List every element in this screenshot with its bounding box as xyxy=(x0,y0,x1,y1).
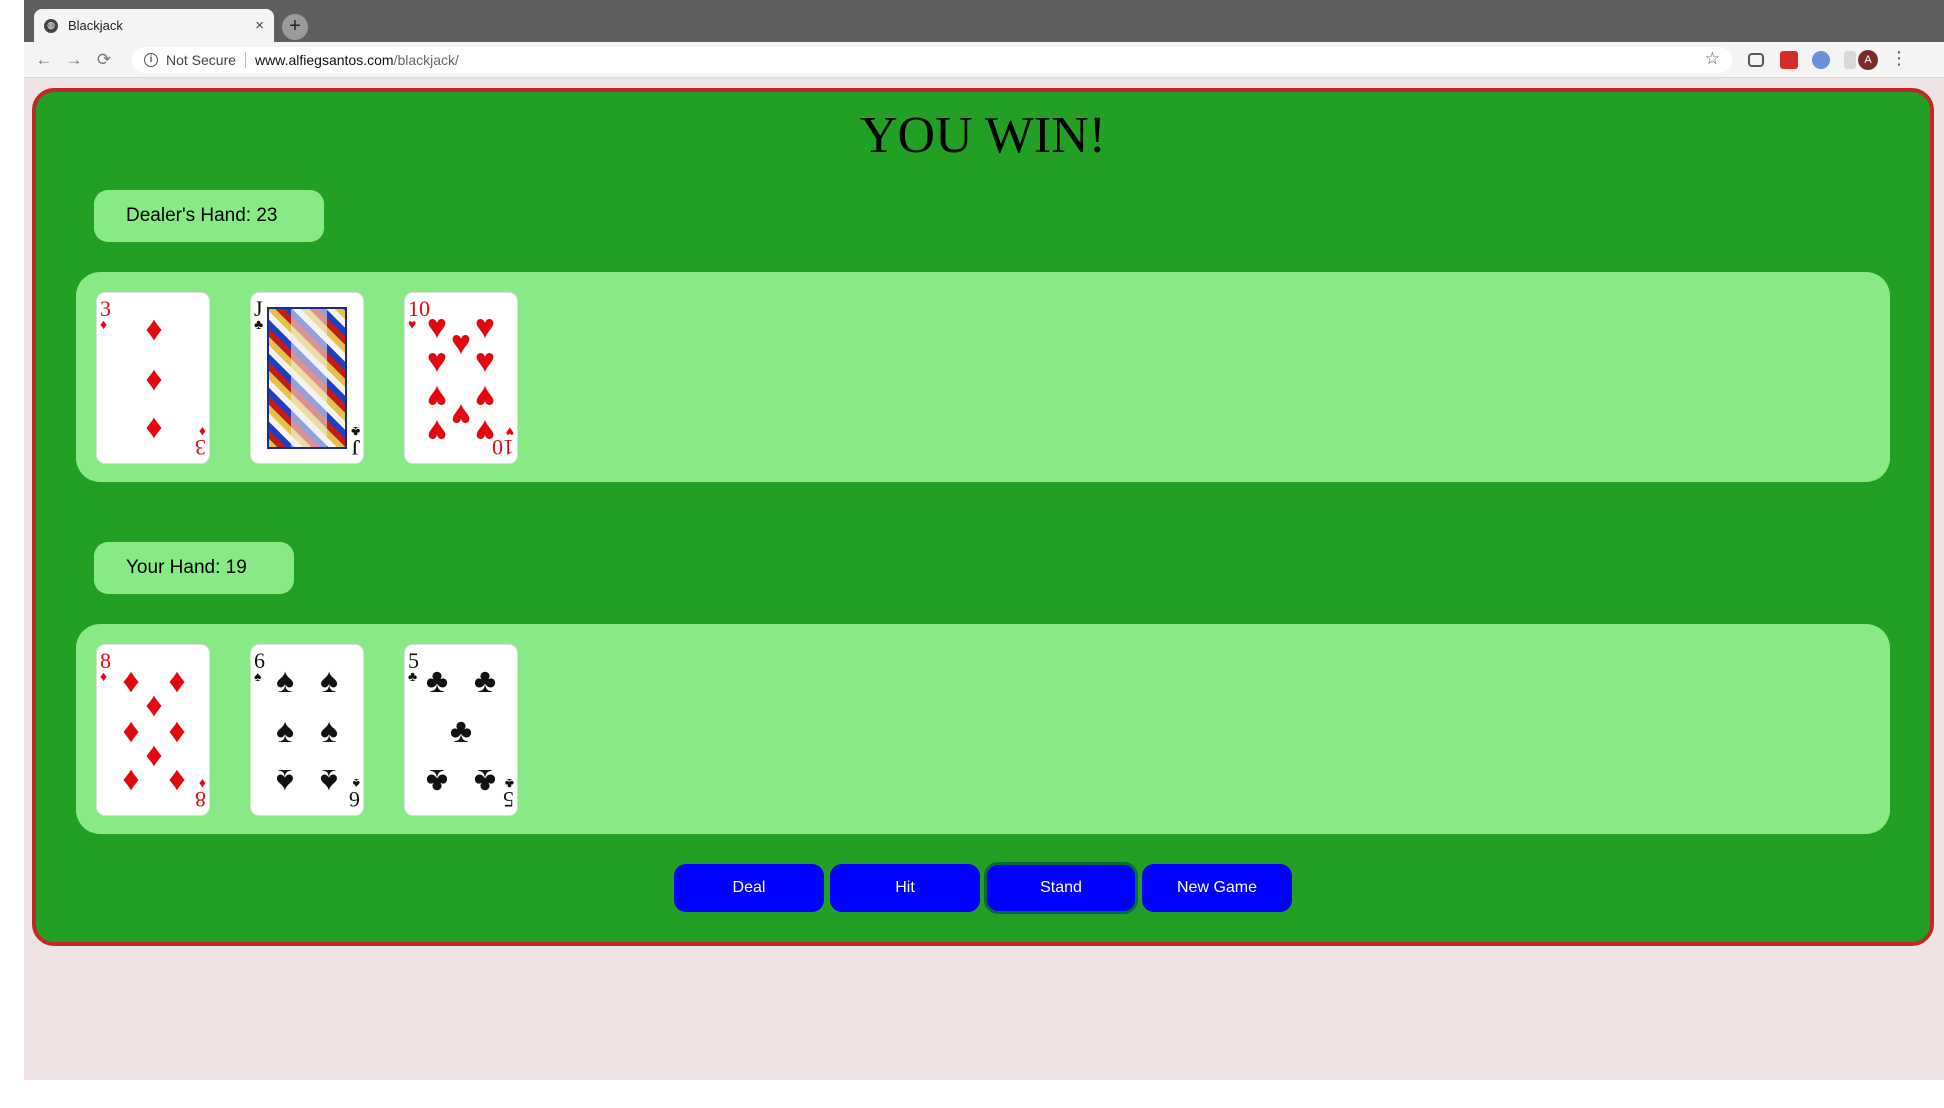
club-pip-icon: ♣ xyxy=(425,762,449,800)
diamond-pip-icon: ♦ xyxy=(168,762,186,800)
player-hand-area: 8 ♦ ♦ ♦ ♦ ♦ ♦ ♦ ♦ ♦ 8 ♦ 6 ♠ ♠ ♠ ♠ ♠ ♠ ♠ 6 ♠ xyxy=(76,624,1890,834)
diamond-pip-icon: ♦ xyxy=(145,686,163,724)
player-card-1: 8 ♦ ♦ ♦ ♦ ♦ ♦ ♦ ♦ ♦ 8 ♦ xyxy=(96,644,210,816)
spade-pip-icon: ♠ xyxy=(275,712,295,750)
heart-pip-icon: ♥ xyxy=(426,378,448,416)
card-index-top: 3 ♦ xyxy=(100,296,111,333)
info-icon[interactable]: i xyxy=(144,53,158,67)
spade-pip-icon: ♠ xyxy=(319,662,339,700)
cors-extension-icon[interactable] xyxy=(1780,51,1798,69)
stand-button[interactable]: Stand xyxy=(984,862,1138,914)
spade-pip-icon: ♠ xyxy=(319,712,339,750)
profile-avatar[interactable]: A xyxy=(1858,50,1878,70)
spade-pip-icon: ♠ xyxy=(319,762,339,800)
globe-icon: ◍ xyxy=(44,18,58,33)
player-hand-label: Your Hand: 19 xyxy=(94,542,294,594)
new-tab-button[interactable]: + xyxy=(282,14,308,40)
diamond-pip-icon: ♦ xyxy=(122,712,140,750)
card-index-bottom: 5 ♣ xyxy=(503,775,514,812)
back-icon[interactable]: ← xyxy=(32,48,56,72)
result-heading: YOU WIN! xyxy=(860,107,1106,164)
browser-window: ◍ Blackjack × + ← → ⟳ i Not Secure www.a… xyxy=(24,0,1944,1080)
card-index-top: J ♣ xyxy=(254,296,264,333)
forward-icon[interactable]: → xyxy=(62,48,86,72)
tab-title: Blackjack xyxy=(68,18,123,33)
reload-icon[interactable]: ⟳ xyxy=(92,48,116,72)
card-index-bottom: 10 ♥ xyxy=(492,423,514,460)
browser-toolbar: ← → ⟳ i Not Secure www.alfiegsantos.com … xyxy=(24,42,1944,78)
diamond-pip-icon: ♦ xyxy=(122,762,140,800)
card-index-top: 6 ♠ xyxy=(254,648,265,685)
pocket-icon[interactable] xyxy=(1748,53,1764,67)
heart-pip-icon: ♥ xyxy=(474,342,496,380)
hit-button[interactable]: Hit xyxy=(830,864,980,912)
diamond-pip-icon: ♦ xyxy=(168,712,186,750)
heart-pip-icon: ♥ xyxy=(450,324,472,362)
dealer-card-2: J ♣ J ♣ xyxy=(250,292,364,464)
face-band xyxy=(291,309,327,447)
card-index-top: 8 ♦ xyxy=(100,648,111,685)
card-index-bottom: 6 ♠ xyxy=(349,775,360,812)
dealer-hand-area: 3♦ ♦ ♦ ♦ 3♦ J♣ J♣ 10♥ ♥ ♥ ♥ ♥ ♥ ♥ ♥ xyxy=(76,272,1890,482)
player-card-2: 6 ♠ ♠ ♠ ♠ ♠ ♠ ♠ 6 ♠ xyxy=(250,644,364,816)
club-pip-icon: ♣ xyxy=(473,662,497,700)
club-pip-icon: ♣ xyxy=(425,662,449,700)
diamond-pip-icon: ♦ xyxy=(168,662,186,700)
deal-button[interactable]: Deal xyxy=(674,864,824,912)
bookmark-star-icon[interactable]: ☆ xyxy=(1705,49,1720,69)
url-path: /blackjack/ xyxy=(393,52,459,68)
spade-pip-icon: ♠ xyxy=(275,662,295,700)
player-card-3: 5 ♣ ♣ ♣ ♣ ♣ ♣ 5 ♣ xyxy=(404,644,518,816)
dealer-card-1: 3 ♦ ♦ ♦ ♦ 3 ♦ xyxy=(96,292,210,464)
card-index-bottom: 8 ♦ xyxy=(195,775,206,812)
heart-pip-icon: ♥ xyxy=(426,342,448,380)
heart-pip-icon: ♥ xyxy=(426,412,448,450)
game-controls: Deal Hit Stand New Game xyxy=(36,862,1930,914)
tab-strip: ◍ Blackjack × + xyxy=(24,0,1944,42)
security-label: Not Secure xyxy=(166,52,237,68)
heart-pip-icon: ♥ xyxy=(426,308,448,346)
card-index-bottom: 3 ♦ xyxy=(195,423,206,460)
tab-blackjack[interactable]: ◍ Blackjack × xyxy=(34,9,274,42)
diamond-pip-icon: ♦ xyxy=(145,738,163,776)
diamond-pip-icon: ♦ xyxy=(145,310,163,348)
card-index-top: 5 ♣ xyxy=(408,648,419,685)
spade-pip-icon: ♠ xyxy=(275,762,295,800)
dealer-hand-label: Dealer's Hand: 23 xyxy=(94,190,324,242)
address-separator xyxy=(245,52,247,68)
screen: ◍ Blackjack × + ← → ⟳ i Not Secure www.a… xyxy=(0,0,1944,1108)
address-bar[interactable]: i Not Secure www.alfiegsantos.com /black… xyxy=(132,47,1732,73)
heart-pip-icon: ♥ xyxy=(450,396,472,434)
club-pip-icon: ♣ xyxy=(449,712,473,750)
blackjack-table: YOU WIN! Dealer's Hand: 23 3 ♦ ♦ ♦ ♦ 3 ♦ J… xyxy=(32,88,1934,946)
card-index-bottom: J ♣ xyxy=(350,423,360,460)
close-tab-icon[interactable]: × xyxy=(255,17,264,34)
url-domain: www.alfiegsantos.com xyxy=(255,52,394,68)
diamond-pip-icon: ♦ xyxy=(145,410,163,448)
new-game-button[interactable]: New Game xyxy=(1142,864,1292,912)
heart-pip-icon: ♥ xyxy=(474,308,496,346)
extension-icon[interactable] xyxy=(1812,51,1830,69)
heart-pip-icon: ♥ xyxy=(474,378,496,416)
diamond-pip-icon: ♦ xyxy=(122,662,140,700)
jack-face-picture xyxy=(267,307,347,449)
diamond-pip-icon: ♦ xyxy=(145,360,163,398)
browser-menu-icon[interactable]: ⋮ xyxy=(1890,48,1908,69)
club-pip-icon: ♣ xyxy=(473,762,497,800)
extension-icon-2[interactable] xyxy=(1844,51,1856,69)
dealer-card-3: 10 ♥ ♥ ♥ ♥ ♥ ♥ ♥ ♥ ♥ ♥ ♥ 10 ♥ xyxy=(404,292,518,464)
